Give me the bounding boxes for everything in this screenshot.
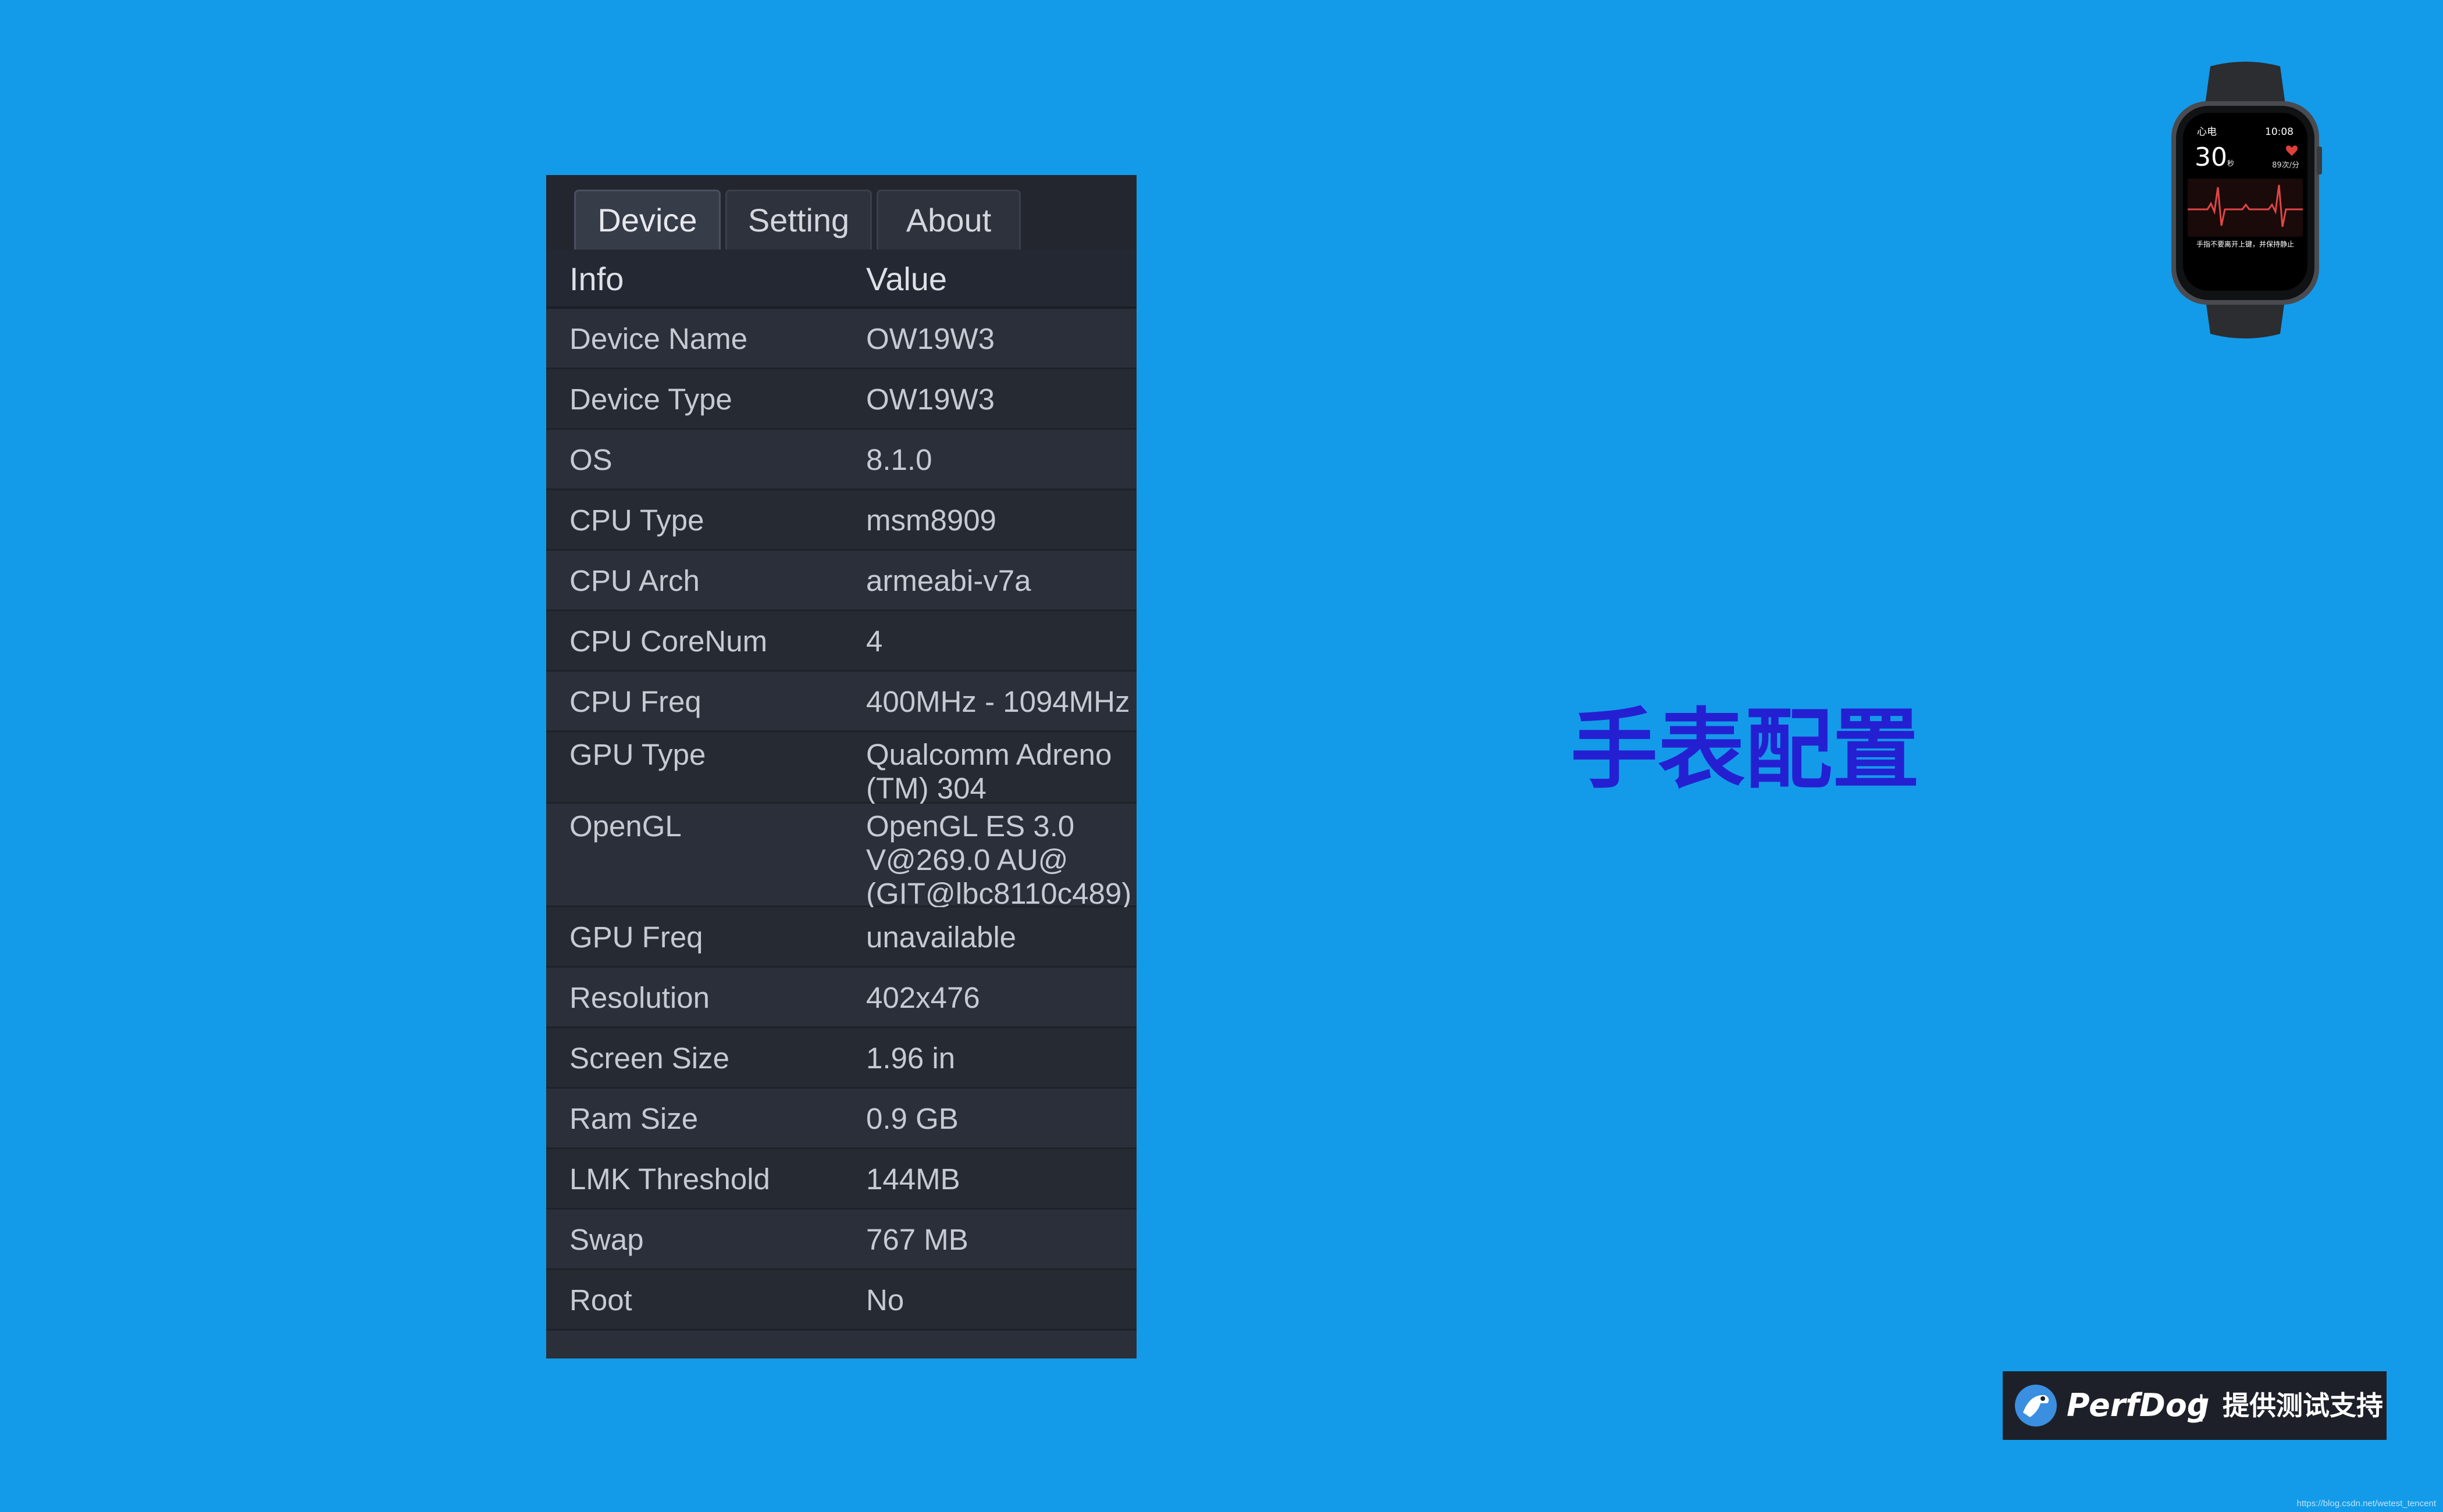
smartwatch-image: 心电 10:08 30 秒 89次/分 手指不要离开上键，并保持静止 — [2171, 62, 2322, 338]
footer-url: https://blog.csdn.net/wetest_tencent — [2296, 1499, 2436, 1509]
table-row-empty — [546, 1331, 1137, 1358]
watch-crown — [2317, 147, 2322, 174]
table-row: Root No — [546, 1270, 1137, 1331]
row-key: Swap — [569, 1223, 644, 1256]
table-row: GPU Freq unavailable — [546, 907, 1137, 968]
watch-time: 10:08 — [2265, 126, 2294, 138]
row-key: CPU Freq — [569, 685, 701, 718]
row-value: 400MHz - 1094MHz — [866, 685, 1130, 718]
table-row: Device Name OW19W3 — [546, 309, 1137, 369]
tab-about[interactable]: About — [877, 190, 1021, 249]
tab-setting[interactable]: Setting — [725, 190, 872, 249]
row-value: 144MB — [866, 1162, 960, 1196]
row-key: CPU CoreNum — [569, 625, 768, 658]
watch-seconds-unit: 秒 — [2227, 159, 2234, 167]
row-value: 0.9 GB — [866, 1102, 959, 1135]
table-row: GPU Type Qualcomm Adreno (TM) 304 — [546, 732, 1137, 805]
device-info-panel: Device Setting About Info Value Device N… — [546, 175, 1137, 1358]
badge-text: 提供测试支持 — [2223, 1390, 2383, 1421]
tab-device[interactable]: Device — [574, 190, 721, 249]
row-value: OW19W3 — [866, 383, 995, 416]
table-header: Info Value — [546, 249, 1137, 309]
perfdog-brand: PerfDog — [2067, 1387, 2210, 1424]
row-value: msm8909 — [866, 504, 996, 537]
row-key: CPU Type — [569, 504, 704, 537]
row-key: Device Name — [569, 322, 748, 355]
row-key: OS — [569, 443, 612, 476]
row-key: OpenGL — [569, 810, 682, 843]
row-key: Device Type — [569, 383, 732, 416]
table-row: Screen Size 1.96 in — [546, 1028, 1137, 1089]
table-row: CPU Arch armeabi-v7a — [546, 551, 1137, 611]
row-value: 767 MB — [866, 1223, 968, 1256]
page-title: 手表配置 — [1570, 700, 1920, 801]
row-value: 4 — [866, 625, 883, 658]
table-row: Resolution 402x476 — [546, 968, 1137, 1028]
table-row: LMK Threshold 144MB — [546, 1149, 1137, 1210]
table-row: OS 8.1.0 — [546, 430, 1137, 490]
table-row: Device Type OW19W3 — [546, 369, 1137, 430]
perfdog-badge: PerfDog | 提供测试支持 — [2003, 1371, 2387, 1440]
header-info: Info — [569, 261, 624, 297]
row-key: GPU Freq — [569, 921, 703, 954]
perfdog-logo-icon — [2015, 1385, 2057, 1427]
row-value: OW19W3 — [866, 322, 995, 355]
watch-hint: 手指不要离开上键，并保持静止 — [2196, 240, 2294, 248]
row-key: CPU Arch — [569, 564, 700, 597]
row-value: unavailable — [866, 921, 1017, 954]
watch-seconds: 30 — [2195, 142, 2227, 172]
row-value: Qualcomm Adreno (TM) 304 — [866, 738, 1112, 805]
table-row: CPU CoreNum 4 — [546, 611, 1137, 672]
badge-separator: | — [2198, 1389, 2205, 1422]
row-value: 8.1.0 — [866, 443, 932, 476]
watch-heart-rate: 89次/分 — [2272, 161, 2299, 170]
device-info-table: Info Value Device Name OW19W3 Device Typ… — [546, 249, 1137, 1358]
row-value: armeabi-v7a — [866, 564, 1031, 597]
table-row: OpenGL OpenGL ES 3.0 V@269.0 AU@ (GIT@lb… — [546, 804, 1137, 910]
row-key: Resolution — [569, 981, 710, 1014]
row-key: GPU Type — [569, 738, 706, 771]
row-key: Screen Size — [569, 1042, 729, 1075]
row-key: LMK Threshold — [569, 1162, 770, 1196]
table-row: Swap 767 MB — [546, 1210, 1137, 1270]
table-row: CPU Type msm8909 — [546, 490, 1137, 551]
row-key: Root — [569, 1283, 632, 1317]
table-row: Ram Size 0.9 GB — [546, 1089, 1137, 1149]
row-value: No — [866, 1283, 904, 1317]
row-key: Ram Size — [569, 1102, 699, 1135]
header-value: Value — [866, 261, 948, 297]
tab-bar: Device Setting About — [546, 175, 1137, 251]
row-value: 402x476 — [866, 981, 980, 1014]
row-value: OpenGL ES 3.0 V@269.0 AU@ (GIT@lbc8110c4… — [866, 810, 1132, 910]
watch-label: 心电 — [2197, 126, 2217, 138]
table-row: CPU Freq 400MHz - 1094MHz — [546, 672, 1137, 732]
ecg-grid — [2188, 179, 2303, 237]
row-value: 1.96 in — [866, 1042, 956, 1075]
